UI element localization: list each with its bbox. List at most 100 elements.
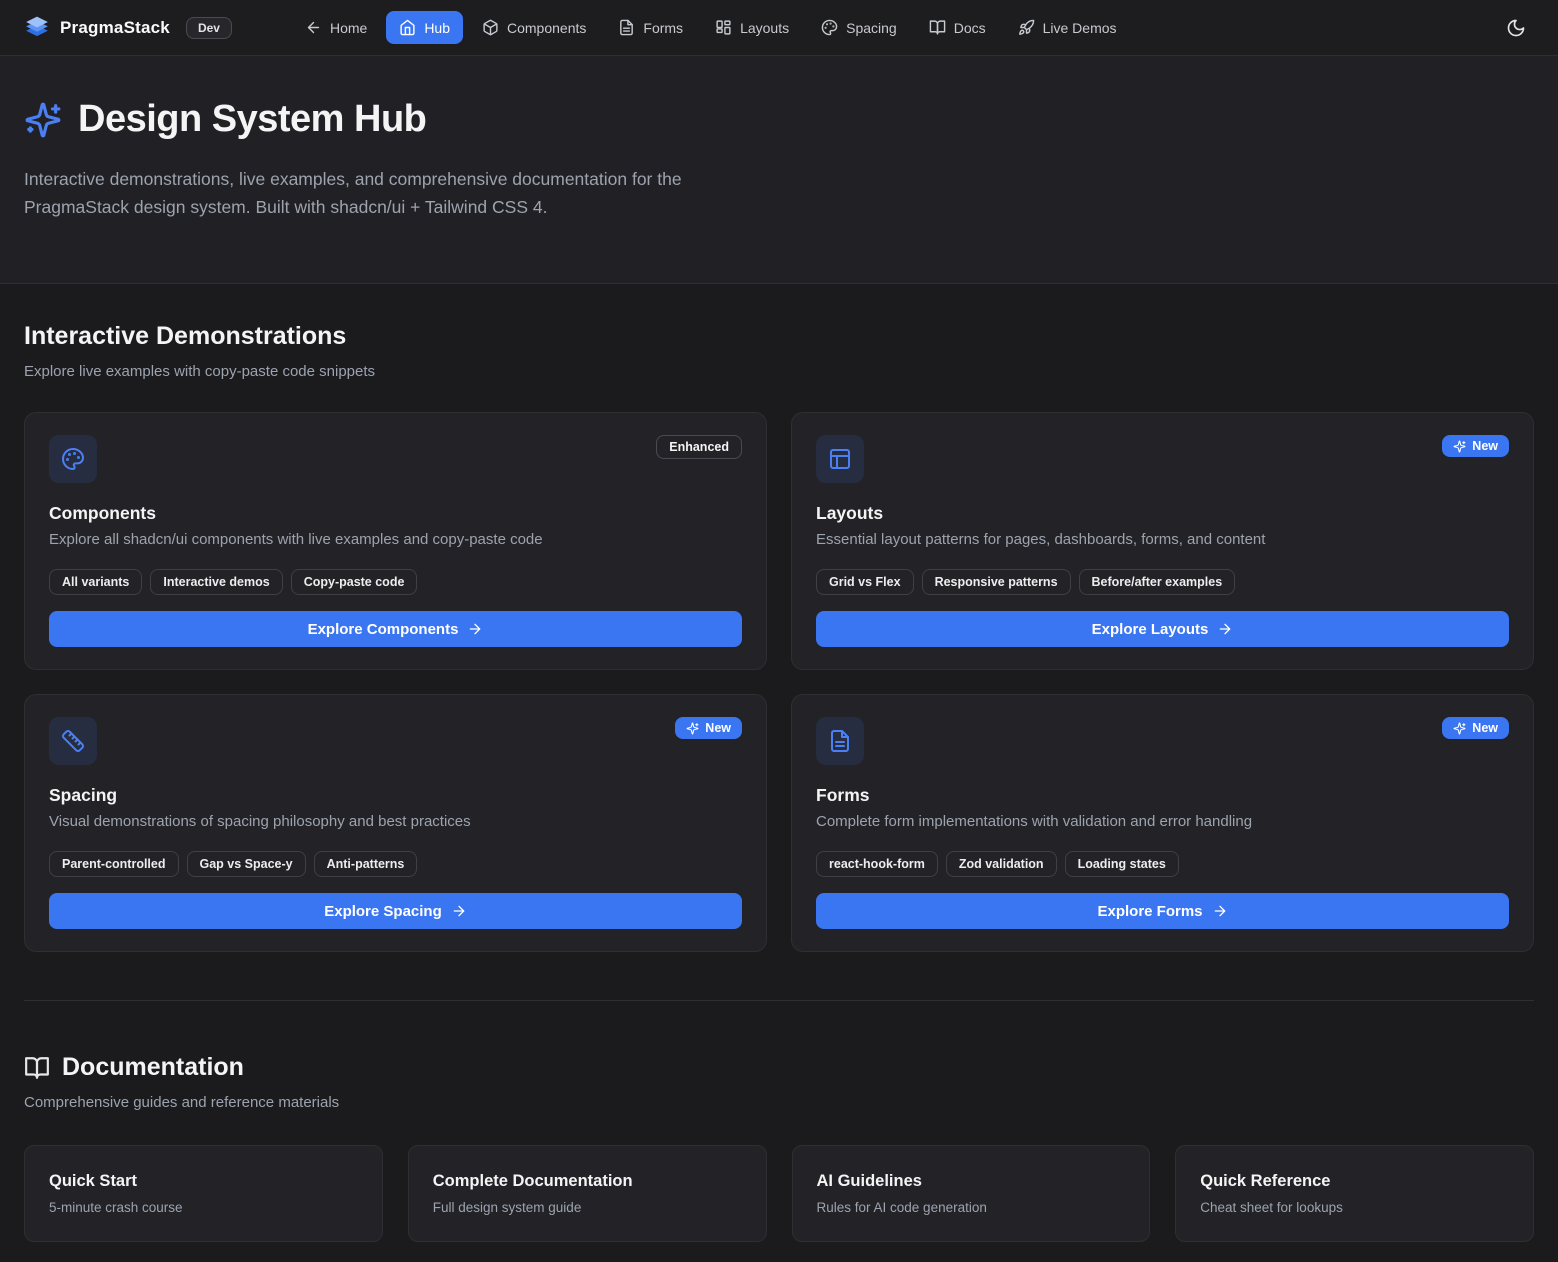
page-subtitle: Interactive demonstrations, live example… bbox=[24, 165, 769, 221]
env-badge: Dev bbox=[186, 17, 232, 39]
doc-card-subtitle: Full design system guide bbox=[433, 1200, 742, 1215]
nav-item-live-demos[interactable]: Live Demos bbox=[1005, 11, 1130, 44]
doc-card-title: Quick Start bbox=[49, 1172, 358, 1191]
documentation-heading: Documentation bbox=[24, 1053, 1534, 1082]
main-content: Interactive Demonstrations Explore live … bbox=[0, 284, 1558, 1262]
nav-label: Spacing bbox=[846, 20, 897, 36]
documentation-heading-label: Documentation bbox=[62, 1053, 244, 1082]
doc-card-ai-guidelines[interactable]: AI Guidelines Rules for AI code generati… bbox=[792, 1145, 1151, 1242]
card-description: Visual demonstrations of spacing philoso… bbox=[49, 813, 742, 830]
tag: Grid vs Flex bbox=[816, 569, 914, 595]
doc-card-title: Quick Reference bbox=[1200, 1172, 1509, 1191]
doc-card-quick-reference[interactable]: Quick Reference Cheat sheet for lookups bbox=[1175, 1145, 1534, 1242]
tag: Before/after examples bbox=[1079, 569, 1236, 595]
explore-spacing-button[interactable]: Explore Spacing bbox=[49, 893, 742, 929]
nav-item-hub[interactable]: Hub bbox=[386, 11, 463, 44]
palette-icon bbox=[821, 19, 838, 36]
icon-tile bbox=[49, 435, 97, 483]
tag-row: react-hook-form Zod validation Loading s… bbox=[816, 851, 1509, 877]
doc-card-title: Complete Documentation bbox=[433, 1172, 742, 1191]
icon-tile bbox=[49, 717, 97, 765]
nav-label: Layouts bbox=[740, 20, 789, 36]
doc-card-subtitle: Rules for AI code generation bbox=[817, 1200, 1126, 1215]
doc-card-complete-documentation[interactable]: Complete Documentation Full design syste… bbox=[408, 1145, 767, 1242]
main-nav: Home Hub Components Forms Layouts Spacin… bbox=[292, 11, 1130, 44]
tag: Parent-controlled bbox=[49, 851, 179, 877]
tag: react-hook-form bbox=[816, 851, 938, 877]
arrow-right-icon bbox=[451, 903, 467, 919]
doc-card-subtitle: 5-minute crash course bbox=[49, 1200, 358, 1215]
doc-card-title: AI Guidelines bbox=[817, 1172, 1126, 1191]
brand-name: PragmaStack bbox=[60, 18, 170, 38]
tag-row: Parent-controlled Gap vs Space-y Anti-pa… bbox=[49, 851, 742, 877]
cta-label: Explore Components bbox=[308, 621, 459, 638]
nav-label: Components bbox=[507, 20, 586, 36]
status-badge: New bbox=[1442, 435, 1509, 457]
file-text-icon bbox=[618, 19, 635, 36]
cta-label: Explore Forms bbox=[1097, 903, 1202, 920]
layers-logo-icon bbox=[24, 15, 50, 41]
card-title: Components bbox=[49, 503, 742, 524]
demo-card-components: Enhanced Components Explore all shadcn/u… bbox=[24, 412, 767, 670]
explore-components-button[interactable]: Explore Components bbox=[49, 611, 742, 647]
icon-tile bbox=[816, 717, 864, 765]
doc-card-grid: Quick Start 5-minute crash course Comple… bbox=[24, 1145, 1534, 1242]
tag: Loading states bbox=[1065, 851, 1179, 877]
nav-item-forms[interactable]: Forms bbox=[605, 11, 696, 44]
card-title: Forms bbox=[816, 785, 1509, 806]
tag-row: Grid vs Flex Responsive patterns Before/… bbox=[816, 569, 1509, 595]
panels-top-left-icon bbox=[828, 447, 852, 471]
demo-card-layouts: New Layouts Essential layout patterns fo… bbox=[791, 412, 1534, 670]
page-title: Design System Hub bbox=[78, 98, 426, 141]
sparkles-icon bbox=[1453, 440, 1466, 453]
nav-item-spacing[interactable]: Spacing bbox=[808, 11, 910, 44]
card-description: Explore all shadcn/ui components with li… bbox=[49, 531, 742, 548]
card-title: Spacing bbox=[49, 785, 742, 806]
tag-row: All variants Interactive demos Copy-past… bbox=[49, 569, 742, 595]
demos-heading: Interactive Demonstrations bbox=[24, 322, 1534, 351]
nav-item-components[interactable]: Components bbox=[469, 11, 599, 44]
nav-label: Docs bbox=[954, 20, 986, 36]
theme-toggle-button[interactable] bbox=[1498, 10, 1534, 46]
nav-label: Hub bbox=[424, 20, 450, 36]
nav-item-layouts[interactable]: Layouts bbox=[702, 11, 802, 44]
arrow-right-icon bbox=[467, 621, 483, 637]
layout-dashboard-icon bbox=[715, 19, 732, 36]
nav-item-home[interactable]: Home bbox=[292, 11, 380, 44]
card-title: Layouts bbox=[816, 503, 1509, 524]
icon-tile bbox=[816, 435, 864, 483]
explore-forms-button[interactable]: Explore Forms bbox=[816, 893, 1509, 929]
rocket-icon bbox=[1018, 19, 1035, 36]
section-divider bbox=[24, 1000, 1534, 1001]
card-description: Complete form implementations with valid… bbox=[816, 813, 1509, 830]
tag: Zod validation bbox=[946, 851, 1057, 877]
sparkles-icon bbox=[1453, 722, 1466, 735]
cta-label: Explore Layouts bbox=[1092, 621, 1209, 638]
brand[interactable]: PragmaStack Dev bbox=[24, 15, 232, 41]
demo-card-grid: Enhanced Components Explore all shadcn/u… bbox=[24, 412, 1534, 952]
arrow-right-icon bbox=[1217, 621, 1233, 637]
badge-label: New bbox=[1472, 721, 1498, 735]
home-icon bbox=[399, 19, 416, 36]
badge-label: New bbox=[705, 721, 731, 735]
nav-label: Live Demos bbox=[1043, 20, 1117, 36]
demo-card-forms: New Forms Complete form implementations … bbox=[791, 694, 1534, 952]
doc-card-quick-start[interactable]: Quick Start 5-minute crash course bbox=[24, 1145, 383, 1242]
sparkles-icon bbox=[686, 722, 699, 735]
demos-subheading: Explore live examples with copy-paste co… bbox=[24, 363, 1534, 380]
tag: Anti-patterns bbox=[314, 851, 418, 877]
moon-icon bbox=[1506, 18, 1526, 38]
nav-item-docs[interactable]: Docs bbox=[916, 11, 999, 44]
arrow-left-icon bbox=[305, 19, 322, 36]
arrow-right-icon bbox=[1212, 903, 1228, 919]
explore-layouts-button[interactable]: Explore Layouts bbox=[816, 611, 1509, 647]
package-icon bbox=[482, 19, 499, 36]
status-badge: Enhanced bbox=[656, 435, 742, 459]
doc-card-subtitle: Cheat sheet for lookups bbox=[1200, 1200, 1509, 1215]
tag: Gap vs Space-y bbox=[187, 851, 306, 877]
book-open-icon bbox=[24, 1055, 50, 1081]
status-badge: New bbox=[1442, 717, 1509, 739]
documentation-subheading: Comprehensive guides and reference mater… bbox=[24, 1094, 1534, 1111]
card-description: Essential layout patterns for pages, das… bbox=[816, 531, 1509, 548]
status-badge: New bbox=[675, 717, 742, 739]
